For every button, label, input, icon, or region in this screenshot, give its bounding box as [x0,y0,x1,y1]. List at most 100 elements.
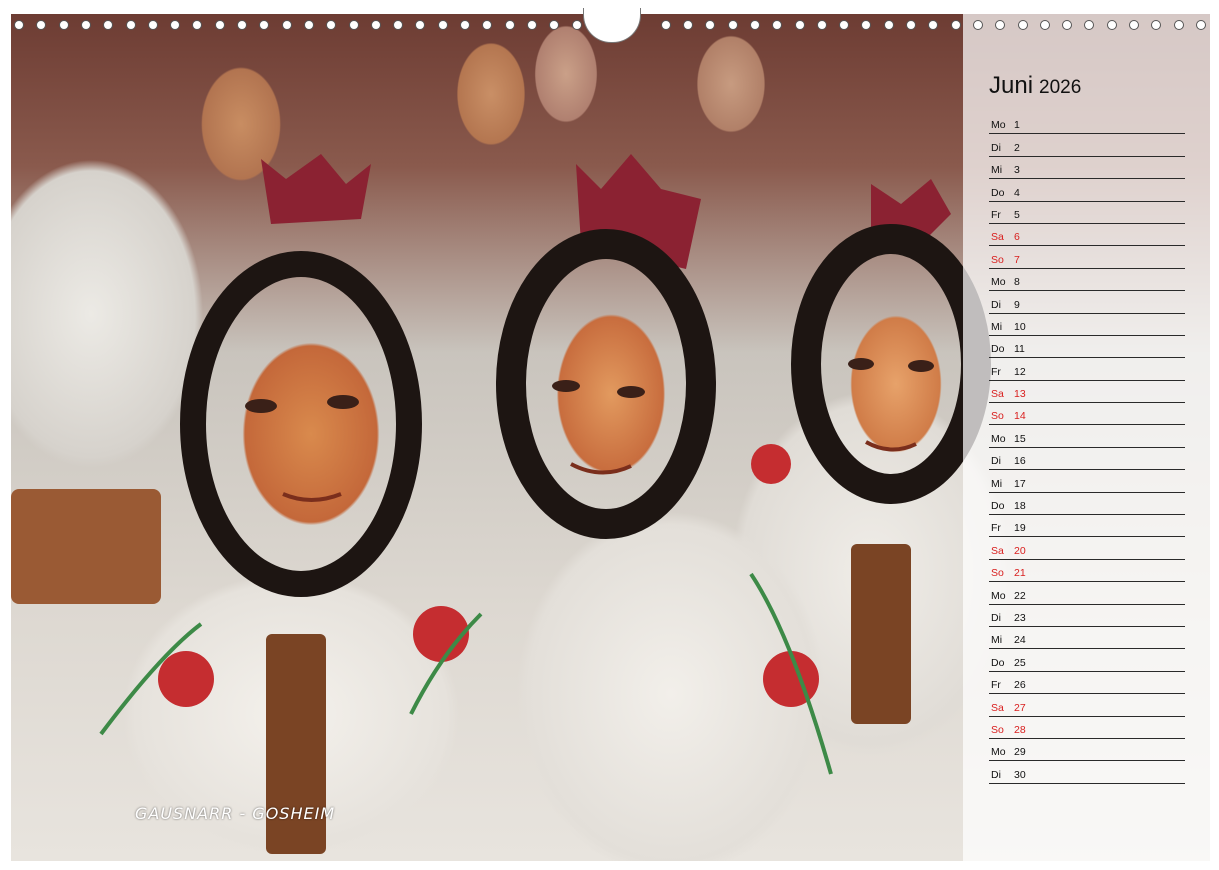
binding-hole [1151,20,1162,30]
weekday-label: Do [991,186,1005,199]
day-list: Mo 1 Di 2 Mi 3 Do 4 Fr 5 Sa 6 So 7 Mo 8 Di 9 Mi 10 Do 11 Fr 12 S… [989,112,1185,784]
weekday-label: So [991,410,1004,423]
binding-hole [660,20,671,30]
weekday-label: Mi [991,634,1003,647]
day-number: 6 [1014,231,1020,244]
year: 2026 [1039,77,1082,98]
day-number: 8 [1014,276,1020,289]
day-number: 18 [1014,500,1026,513]
weekday-label: Di [991,455,1001,468]
binding-hole [170,20,181,30]
weekday-label: Do [991,656,1005,669]
binding-hole [861,20,872,30]
binding-hole [1129,20,1139,30]
binding-hole [995,20,1006,30]
binding-hole [1106,20,1117,30]
day-row: Mi 24 [989,627,1185,650]
binding-hole [1039,20,1050,30]
binding-hole [794,20,805,30]
day-row: Do 4 [989,179,1185,202]
day-number: 23 [1014,611,1026,624]
day-number: 7 [1014,253,1020,266]
day-number: 22 [1014,589,1026,602]
calendar-page: GAUSNARR - GOSHEIM Juni 2026 Mo 1 Di 2 Mi 3 Do 4… [0,0,1219,870]
day-row: Mi 17 [989,470,1185,493]
binding-hole [1173,20,1184,30]
binding-hole [214,20,225,30]
day-number: 13 [1014,388,1026,401]
basket-icon [11,489,161,604]
weekday-label: Sa [991,231,1004,244]
weekday-label: Mo [991,276,1006,289]
day-row: Fr 19 [989,515,1185,538]
day-number: 26 [1014,679,1026,692]
binding-hole [348,20,359,30]
day-number: 14 [1014,410,1026,423]
weekday-label: So [991,567,1004,580]
binding-hole [504,20,515,30]
day-row: So 21 [989,560,1185,583]
day-number: 10 [1014,320,1026,333]
weekday-label: Mi [991,164,1003,177]
day-row: Sa 27 [989,694,1185,717]
binding-hole [147,20,158,30]
binding-hole [281,20,292,30]
day-number: 24 [1014,634,1026,647]
binding-hole [749,20,760,30]
binding-hole [482,20,493,30]
binding-hole [1084,20,1095,30]
binding-hole [103,20,114,30]
weekday-label: Di [991,611,1001,624]
binding-hole [816,20,827,30]
binding-hole [549,20,560,30]
day-row: Mi 10 [989,314,1185,336]
day-row: Fr 26 [989,672,1185,695]
day-number: 11 [1014,343,1025,356]
day-row: Do 11 [989,336,1185,359]
binding-hole [370,20,381,30]
binding-hole [36,20,47,30]
weekday-label: Sa [991,701,1004,714]
day-number: 2 [1014,141,1020,154]
day-row: Mo 29 [989,739,1185,762]
weekday-label: So [991,723,1004,736]
binding-hole [80,20,91,30]
binding-hole [326,20,337,30]
day-row: Di 2 [989,134,1185,157]
binding-hole [58,20,69,30]
month-name: Juni [989,72,1034,99]
day-row: Fr 12 [989,358,1185,381]
day-row: Sa 13 [989,381,1185,404]
binding-hole [1195,20,1206,30]
day-row: So 7 [989,246,1185,269]
weekday-label: Sa [991,388,1004,401]
day-row: Di 16 [989,448,1185,471]
day-number: 30 [1014,768,1026,781]
weekday-label: So [991,253,1004,266]
weekday-label: Mo [991,432,1006,445]
day-row: Sa 6 [989,224,1185,247]
binding-hole [393,20,404,30]
weekday-label: Sa [991,544,1004,557]
day-number: 4 [1014,186,1020,199]
day-number: 19 [1014,522,1026,535]
day-number: 21 [1014,567,1026,580]
weekday-label: Fr [991,208,1001,221]
binding-hole [906,20,916,30]
binding-hole [437,20,448,30]
calendar-title: Juni 2026 [989,72,1081,100]
binding-hole [14,20,24,30]
day-row: So 28 [989,717,1185,739]
binding-hole [192,20,203,30]
day-number: 20 [1014,544,1026,557]
day-number: 3 [1014,164,1020,177]
binding-hole [772,20,783,30]
day-number: 28 [1014,723,1026,736]
weekday-label: Fr [991,365,1001,378]
weekday-label: Mo [991,589,1006,602]
weekday-label: Di [991,298,1001,311]
binding-hole [705,20,716,30]
binding-hole [883,20,894,30]
photo-caption: GAUSNARR - GOSHEIM [135,804,336,823]
day-number: 25 [1014,656,1026,669]
